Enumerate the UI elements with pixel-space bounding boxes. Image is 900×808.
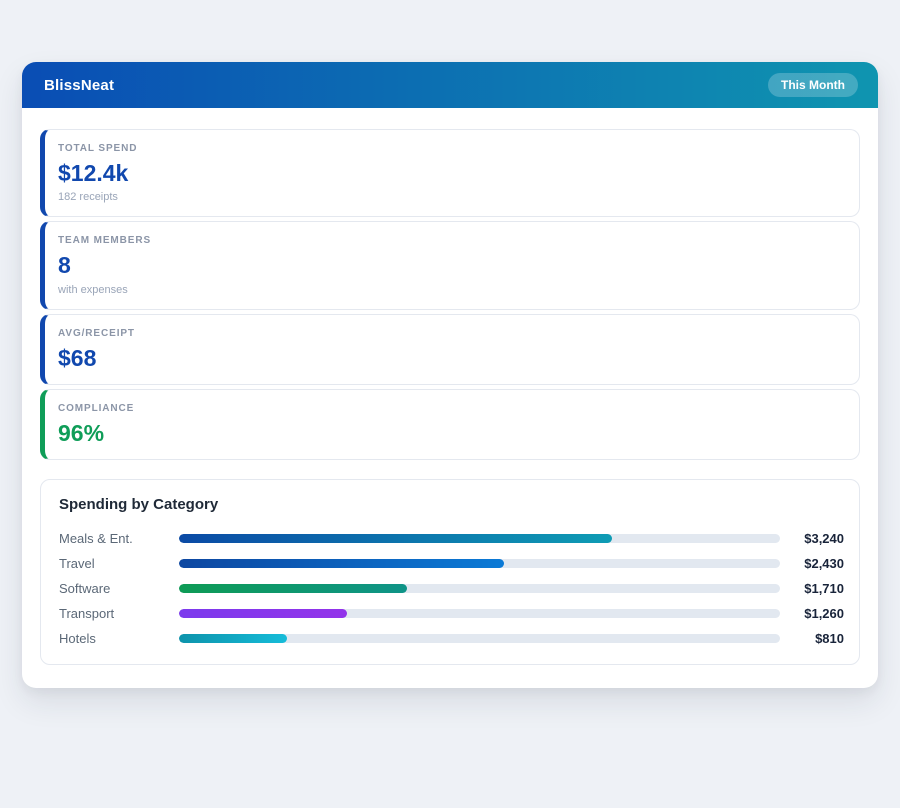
stat-card-avg-receipt: AVG/RECEIPT $68 xyxy=(40,314,860,385)
stat-card-total-spend: TOTAL SPEND $12.4k 182 receipts xyxy=(40,129,860,217)
bar-track xyxy=(179,634,780,643)
chart-row-meals: Meals & Ent. $3,240 xyxy=(59,526,844,551)
bar-track xyxy=(179,584,780,593)
category-label: Transport xyxy=(59,606,179,621)
chart-row-software: Software $1,710 xyxy=(59,576,844,601)
category-label: Meals & Ent. xyxy=(59,531,179,546)
category-amount: $810 xyxy=(780,631,844,646)
spending-by-category-card: Spending by Category Meals & Ent. $3,240… xyxy=(40,479,860,665)
category-amount: $1,260 xyxy=(780,606,844,621)
chart-row-hotels: Hotels $810 xyxy=(59,626,844,651)
category-amount: $1,710 xyxy=(780,581,844,596)
app-title: BlissNeat xyxy=(44,77,114,94)
chart-title: Spending by Category xyxy=(59,496,844,513)
bar-fill xyxy=(179,634,287,643)
bar-fill xyxy=(179,534,612,543)
category-label: Hotels xyxy=(59,631,179,646)
stat-label: COMPLIANCE xyxy=(58,403,841,414)
bar-fill xyxy=(179,559,504,568)
stat-label: TOTAL SPEND xyxy=(58,143,841,154)
category-label: Software xyxy=(59,581,179,596)
category-amount: $2,430 xyxy=(780,556,844,571)
stat-subtext: 182 receipts xyxy=(58,191,841,203)
stat-subtext: with expenses xyxy=(58,284,841,296)
stat-card-compliance: COMPLIANCE 96% xyxy=(40,389,860,460)
bar-track xyxy=(179,609,780,618)
stat-value: $12.4k xyxy=(58,161,841,186)
bar-fill xyxy=(179,584,407,593)
chart-row-transport: Transport $1,260 xyxy=(59,601,844,626)
chart-row-travel: Travel $2,430 xyxy=(59,551,844,576)
stat-value: $68 xyxy=(58,346,841,371)
stat-label: TEAM MEMBERS xyxy=(58,235,841,246)
bar-fill xyxy=(179,609,347,618)
bar-track xyxy=(179,534,780,543)
dashboard-body: TOTAL SPEND $12.4k 182 receipts TEAM MEM… xyxy=(22,108,878,688)
app-header: BlissNeat This Month xyxy=(22,62,878,108)
bar-track xyxy=(179,559,780,568)
stat-value: 96% xyxy=(58,421,841,446)
dashboard-card: BlissNeat This Month TOTAL SPEND $12.4k … xyxy=(22,62,878,688)
category-amount: $3,240 xyxy=(780,531,844,546)
period-badge[interactable]: This Month xyxy=(768,73,858,97)
stat-value: 8 xyxy=(58,253,841,278)
stat-card-team-members: TEAM MEMBERS 8 with expenses xyxy=(40,221,860,309)
stat-label: AVG/RECEIPT xyxy=(58,328,841,339)
category-label: Travel xyxy=(59,556,179,571)
